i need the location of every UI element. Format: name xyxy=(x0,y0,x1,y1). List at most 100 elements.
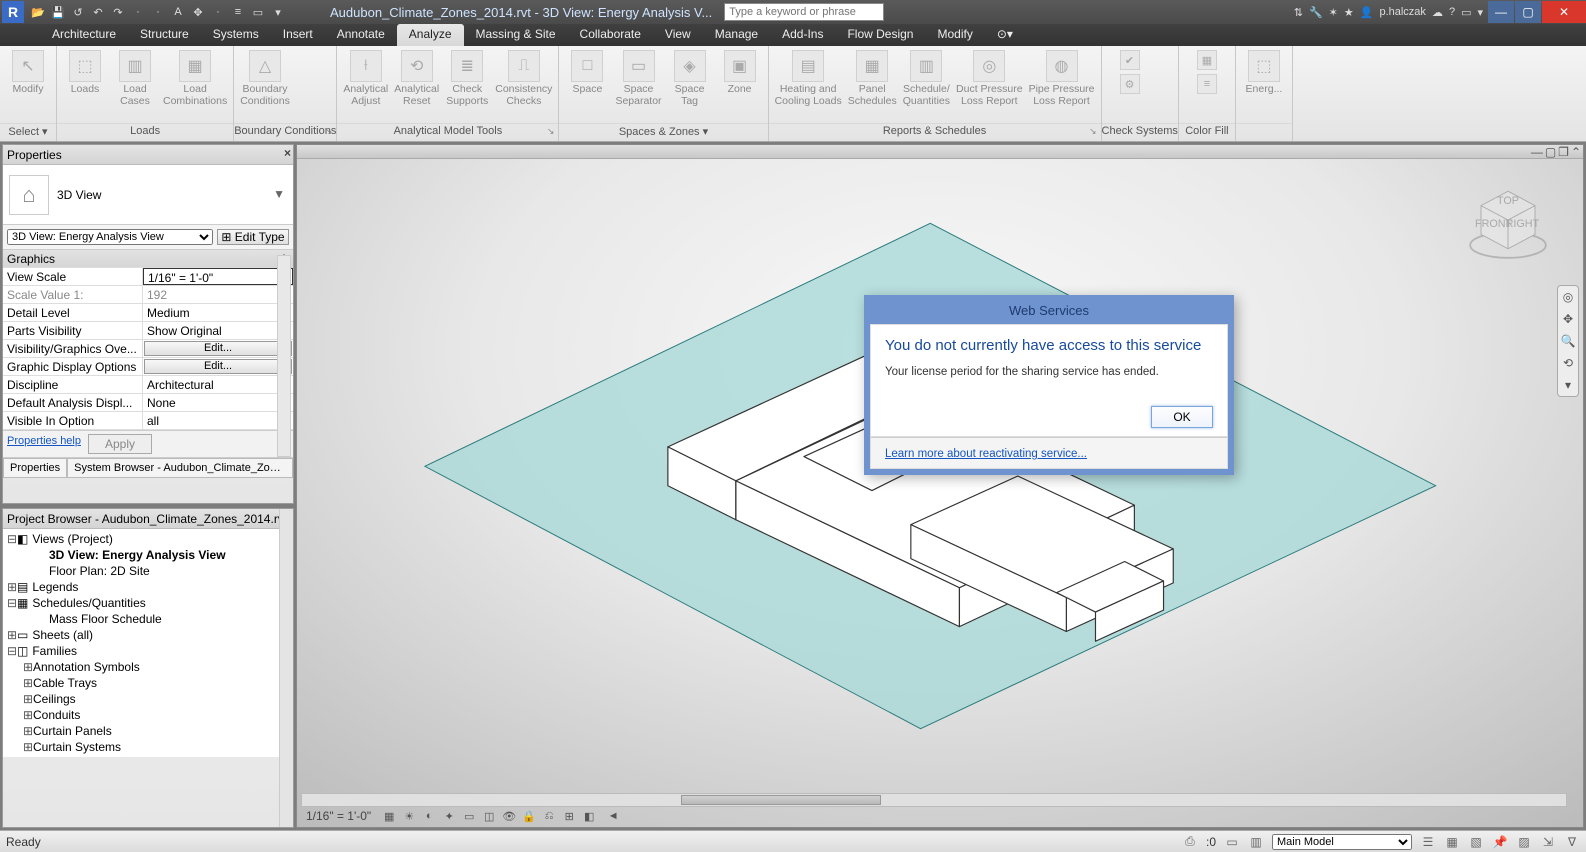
temp-icon[interactable]: ⎌ xyxy=(542,809,556,823)
panel-title[interactable]: Color Fill xyxy=(1179,123,1235,141)
space-separator-button[interactable]: ▭Space Separator xyxy=(615,50,661,107)
ribbon-button[interactable]: ⚙ xyxy=(1108,74,1152,96)
select-pinned-icon[interactable]: 📌 xyxy=(1492,834,1508,850)
dialog-launcher-icon[interactable]: ↘ xyxy=(547,126,555,137)
close-button[interactable]: ✕ xyxy=(1542,1,1586,23)
text-icon[interactable]: A xyxy=(170,4,186,20)
panel-title[interactable]: Loads xyxy=(57,123,233,141)
learn-more-link[interactable]: Learn more about reactivating service... xyxy=(885,448,1087,460)
select-links-icon[interactable]: ▦ xyxy=(1444,834,1460,850)
dialog-launcher-icon[interactable]: ↘ xyxy=(325,126,333,137)
print-icon[interactable]: · xyxy=(130,4,146,20)
tab-view[interactable]: View xyxy=(653,24,703,46)
navigation-bar[interactable]: ◎ ✥ 🔍 ⟲ ▾ xyxy=(1557,285,1579,397)
tree-item[interactable]: 3D View: Energy Analysis View xyxy=(3,547,293,563)
properties-help-link[interactable]: Properties help xyxy=(3,431,85,457)
vp-cascade-icon[interactable]: ❐ xyxy=(1558,145,1569,159)
property-row[interactable]: DisciplineArchitectural xyxy=(3,376,293,394)
tree-item[interactable]: ⊞Curtain Panels xyxy=(3,723,293,739)
lock-icon[interactable]: 🔒 xyxy=(522,809,536,823)
minimize-button[interactable]: — xyxy=(1488,1,1514,23)
tree-expander-icon[interactable]: ⊞ xyxy=(23,740,33,754)
redo-icon[interactable]: ↷ xyxy=(110,4,126,20)
tree-item[interactable]: ⊞▤ Legends xyxy=(3,579,293,595)
heating-and-cooling-loads-button[interactable]: ▤Heating and Cooling Loads xyxy=(775,50,842,107)
tree-item[interactable]: ⊞Annotation Symbols xyxy=(3,659,293,675)
tab-annotate[interactable]: Annotate xyxy=(325,24,397,46)
check-supports-button[interactable]: ≣Check Supports xyxy=(445,50,489,107)
viewcube[interactable]: TOP FRONT RIGHT xyxy=(1463,175,1553,265)
analytical-adjust-button[interactable]: ⟊Analytical Adjust xyxy=(343,50,388,107)
space-tag-button[interactable]: ◈Space Tag xyxy=(668,50,712,107)
crop-region-icon[interactable]: ◫ xyxy=(482,809,496,823)
property-row[interactable]: Detail LevelMedium xyxy=(3,304,293,322)
project-tree[interactable]: ⊟◧ Views (Project)3D View: Energy Analys… xyxy=(3,529,293,757)
tree-item[interactable]: ⊞Ceilings xyxy=(3,691,293,707)
tree-item[interactable]: ⊟◫ Families xyxy=(3,643,293,659)
comm-icon[interactable]: ⇅ xyxy=(1294,6,1303,19)
tree-expander-icon[interactable]: ⊞ xyxy=(23,676,33,690)
tree-item[interactable]: ⊞Curtain Systems xyxy=(3,739,293,755)
property-row[interactable]: Parts VisibilityShow Original xyxy=(3,322,293,340)
tab-systems[interactable]: Systems xyxy=(201,24,271,46)
apply-button[interactable]: Apply xyxy=(88,434,152,454)
orbit-icon[interactable]: ⟲ xyxy=(1563,356,1573,370)
switch-icon[interactable]: ▭ xyxy=(1461,6,1471,19)
tree-expander-icon[interactable]: ⊟ xyxy=(7,532,17,546)
workset-icon[interactable]: ⎙ xyxy=(1182,834,1198,850)
tree-item[interactable]: Floor Plan: 2D Site xyxy=(3,563,293,579)
maximize-button[interactable]: ▢ xyxy=(1515,1,1541,23)
pan-icon[interactable]: ✥ xyxy=(1563,312,1573,326)
load-combinations-button[interactable]: ▦Load Combinations xyxy=(163,50,227,107)
ribbon-options[interactable]: ⊙▾ xyxy=(985,24,1025,46)
workset-select[interactable]: Main Model xyxy=(1272,834,1412,850)
nav-more-icon[interactable]: ▾ xyxy=(1565,378,1571,392)
energ--button[interactable]: ⬚Energ... xyxy=(1242,50,1286,96)
tree-expander-icon[interactable]: ⊞ xyxy=(23,724,33,738)
browser-scrollbar[interactable] xyxy=(279,509,293,827)
properties-header[interactable]: Properties × xyxy=(3,145,293,165)
crop-icon[interactable]: ▭ xyxy=(462,809,476,823)
load-cases-button[interactable]: ▥Load Cases xyxy=(113,50,157,107)
vp-min-icon[interactable]: — xyxy=(1531,145,1543,159)
property-row[interactable]: Visible In Optionall xyxy=(3,412,293,430)
sync-icon[interactable]: ↺ xyxy=(70,4,86,20)
tab-flow-design[interactable]: Flow Design xyxy=(835,24,925,46)
filter-icon[interactable]: ☰ xyxy=(1420,834,1436,850)
tab-analyze[interactable]: Analyze xyxy=(397,24,464,46)
more-icon[interactable]: ▾ xyxy=(270,4,286,20)
edit-button[interactable]: Edit... xyxy=(144,341,292,356)
dim-icon[interactable]: · xyxy=(210,4,226,20)
property-row[interactable]: Scale Value 1:192 xyxy=(3,286,293,304)
unhide-icon[interactable]: 👁 xyxy=(502,809,516,823)
property-row[interactable]: View Scale1/16" = 1'-0" xyxy=(3,268,293,286)
sun-icon[interactable]: ☀ xyxy=(402,809,416,823)
key-icon[interactable]: 🔧 xyxy=(1309,6,1323,19)
measure-icon[interactable]: · xyxy=(150,4,166,20)
tab-modify[interactable]: Modify xyxy=(925,24,984,46)
horizontal-scrollbar[interactable] xyxy=(301,793,1567,807)
tree-expander-icon[interactable]: ⊟ xyxy=(7,644,17,658)
type-selector[interactable]: ⌂ 3D View ▼ xyxy=(3,165,293,225)
link-icon[interactable]: ✥ xyxy=(190,4,206,20)
tree-item[interactable]: ⊟◧ Views (Project) xyxy=(3,531,293,547)
loads-button[interactable]: ⬚Loads xyxy=(63,50,107,96)
tree-expander-icon[interactable]: ⊟ xyxy=(7,596,17,610)
drag-icon[interactable]: ⇲ xyxy=(1540,834,1556,850)
viewport-3d[interactable]: — ▢ ❐ ⌃ xyxy=(296,144,1584,828)
open-icon[interactable]: 📂 xyxy=(30,4,46,20)
duct-pressure-loss-report-button[interactable]: ◎Duct Pressure Loss Report xyxy=(956,50,1023,107)
user-icon[interactable]: 👤 xyxy=(1360,6,1374,19)
project-browser-header[interactable]: Project Browser - Audubon_Climate_Zones_… xyxy=(3,509,293,529)
reveal-icon[interactable]: ◧ xyxy=(582,809,596,823)
app-logo[interactable]: R xyxy=(2,1,24,23)
panel-title[interactable]: Check Systems xyxy=(1102,123,1178,141)
close-icon[interactable]: × xyxy=(284,146,291,160)
tab-architecture[interactable]: Architecture xyxy=(40,24,128,46)
search-input[interactable] xyxy=(724,3,884,21)
tree-expander-icon[interactable]: ⊞ xyxy=(23,660,33,674)
filter2-icon[interactable]: ∇ xyxy=(1564,834,1580,850)
select-face-icon[interactable]: ▨ xyxy=(1516,834,1532,850)
save-icon[interactable]: 💾 xyxy=(50,4,66,20)
star-icon[interactable]: ★ xyxy=(1344,6,1354,19)
